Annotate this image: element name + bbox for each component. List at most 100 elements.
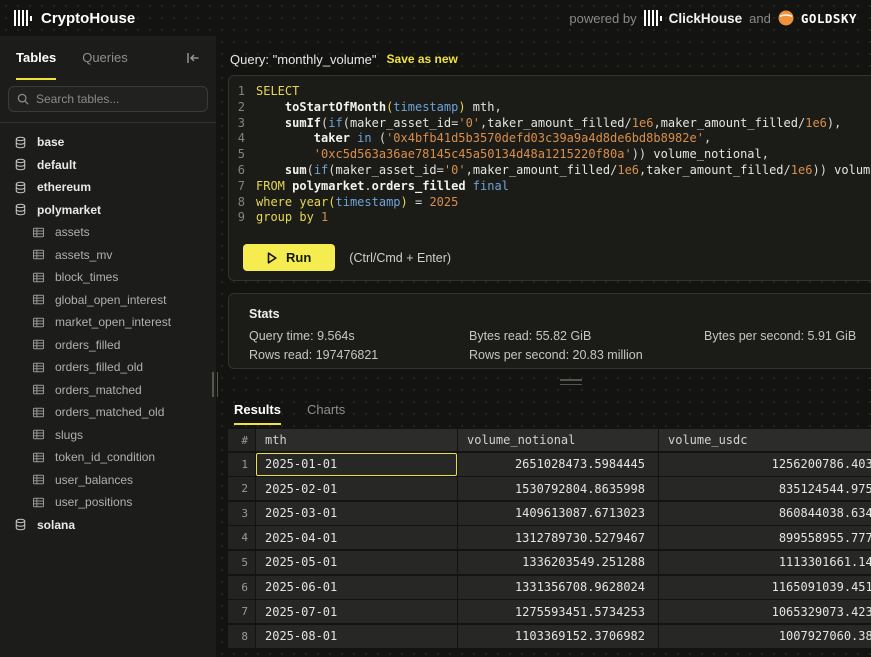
table-cell[interactable]: 2025-04-01 <box>256 526 457 549</box>
stat-item: Rows read: 197476821 <box>249 348 469 362</box>
save-as-new-link[interactable]: Save as new <box>387 52 458 66</box>
sidebar-item-market_open_interest[interactable]: market_open_interest <box>0 311 216 334</box>
column-header-volume-usdc[interactable]: volume_usdc <box>659 429 871 451</box>
table-cell[interactable]: 2025-01-01 <box>256 453 457 476</box>
column-header-mth[interactable]: mth <box>256 429 457 451</box>
query-header: Query: "monthly_volume" Save as new <box>228 48 871 70</box>
table-icon <box>32 271 45 284</box>
tab-results[interactable]: Results <box>234 395 281 425</box>
results-table-body: 12025-01-012651028473.59844451256200786.… <box>228 453 871 648</box>
code-line-3[interactable]: 3 sumIf(if(maker_asset_id='0',taker_amou… <box>229 116 871 132</box>
brand[interactable]: CryptoHouse <box>14 10 135 27</box>
database-icon <box>14 136 27 149</box>
sidebar-item-assets[interactable]: assets <box>0 221 216 244</box>
table-icon <box>32 406 45 419</box>
sidebar-item-orders_matched_old[interactable]: orders_matched_old <box>0 401 216 424</box>
table-cell[interactable]: 1530792804.8635998 <box>458 477 658 500</box>
collapse-sidebar-icon[interactable] <box>186 52 200 64</box>
sidebar-item-default[interactable]: default <box>0 154 216 177</box>
search-tables-input[interactable] <box>36 92 199 106</box>
table-cell[interactable]: 2025-06-01 <box>256 576 457 599</box>
table-cell[interactable]: 2025-08-01 <box>256 625 457 648</box>
line-number: 8 <box>229 195 255 211</box>
table-cell[interactable]: 1165091039.4515023 <box>659 576 871 599</box>
tab-tables[interactable]: Tables <box>16 36 56 80</box>
goldsky-wordmark: GOLDSKY <box>801 11 857 26</box>
line-number: 1 <box>229 84 255 100</box>
sidebar-item-ethereum[interactable]: ethereum <box>0 176 216 199</box>
sidebar-item-base[interactable]: base <box>0 131 216 154</box>
sidebar-item-user_positions[interactable]: user_positions <box>0 491 216 514</box>
sidebar-item-slugs[interactable]: slugs <box>0 424 216 447</box>
sidebar-item-block_times[interactable]: block_times <box>0 266 216 289</box>
database-icon <box>14 203 27 216</box>
tree-item-label: market_open_interest <box>55 315 171 329</box>
sidebar-item-orders_filled_old[interactable]: orders_filled_old <box>0 356 216 379</box>
table-cell[interactable]: 1007927060.389528 <box>659 625 871 648</box>
sql-editor[interactable]: 1SELECT2 toStartOfMonth(timestamp) mth,3… <box>228 75 871 281</box>
sidebar-tree: basedefaultethereumpolymarket assets asset… <box>0 129 216 536</box>
sidebar-item-global_open_interest[interactable]: global_open_interest <box>0 289 216 312</box>
table-cell[interactable]: 1103369152.3706982 <box>458 625 658 648</box>
code-line-8[interactable]: 8where year(timestamp) = 2025 <box>229 195 871 211</box>
sql-code: 1SELECT2 toStartOfMonth(timestamp) mth,3… <box>229 84 871 226</box>
line-number: 3 <box>229 116 255 132</box>
code-line-7[interactable]: 7FROM polymarket.orders_filled final <box>229 179 871 195</box>
table-cell[interactable]: 1409613087.6713023 <box>458 502 658 525</box>
table-cell[interactable]: 2025-07-01 <box>256 600 457 623</box>
tree-item-label: block_times <box>55 270 118 284</box>
sidebar-item-token_id_condition[interactable]: token_id_condition <box>0 446 216 469</box>
code-line-2[interactable]: 2 toStartOfMonth(timestamp) mth, <box>229 100 871 116</box>
tab-queries[interactable]: Queries <box>82 36 128 80</box>
table-cell[interactable]: 1065329073.4231092 <box>659 600 871 623</box>
sidebar-item-orders_filled[interactable]: orders_filled <box>0 334 216 357</box>
table-cell[interactable]: 1336203549.251288 <box>458 551 658 574</box>
code-line-9[interactable]: 9group by 1 <box>229 210 871 226</box>
row-number: 8 <box>228 625 255 648</box>
row-number: 3 <box>228 502 255 525</box>
sidebar-item-polymarket[interactable]: polymarket <box>0 199 216 222</box>
table-cell[interactable]: 2025-05-01 <box>256 551 457 574</box>
table-icon <box>32 361 45 374</box>
table-cell[interactable]: 1275593451.5734253 <box>458 600 658 623</box>
code-line-5[interactable]: 5 '0xc5d563a36ae78145c45a50134d48a121522… <box>229 147 871 163</box>
tree-item-label: user_positions <box>55 495 132 509</box>
stat-item: Bytes per second: 5.91 GiB <box>704 329 871 343</box>
column-header-volume-notional[interactable]: volume_notional <box>458 429 658 451</box>
code-line-4[interactable]: 4 taker in ('0x4bfb41d5b3570defd03c39a9a… <box>229 131 871 147</box>
vertical-resize-handle[interactable] <box>212 372 218 397</box>
database-icon <box>14 158 27 171</box>
cryptohouse-logo-icon <box>14 10 32 26</box>
tree-item-label: token_id_condition <box>55 450 155 464</box>
row-number: 2 <box>228 477 255 500</box>
column-header-index[interactable]: # <box>228 429 255 451</box>
table-row: 82025-08-011103369152.37069821007927060.… <box>228 625 871 648</box>
table-cell[interactable]: 2025-03-01 <box>256 502 457 525</box>
sidebar-item-assets_mv[interactable]: assets_mv <box>0 244 216 267</box>
and-label: and <box>749 11 771 26</box>
line-number: 4 <box>229 131 255 147</box>
row-number: 1 <box>228 453 255 476</box>
clickhouse-wordmark: ClickHouse <box>669 11 743 26</box>
table-cell[interactable]: 2651028473.5984445 <box>458 453 658 476</box>
table-cell[interactable]: 1312789730.5279467 <box>458 526 658 549</box>
table-cell[interactable]: 1256200786.4035115 <box>659 453 871 476</box>
table-icon <box>32 428 45 441</box>
tree-item-label: assets <box>55 225 90 239</box>
table-cell[interactable]: 1331356708.9628024 <box>458 576 658 599</box>
table-cell[interactable]: 835124544.9752284 <box>659 477 871 500</box>
code-line-1[interactable]: 1SELECT <box>229 84 871 100</box>
tab-charts[interactable]: Charts <box>307 395 345 425</box>
search-tables-box[interactable] <box>8 86 208 112</box>
horizontal-resize-handle[interactable] <box>228 369 871 395</box>
table-cell[interactable]: 860844038.6349425 <box>659 502 871 525</box>
sidebar-item-orders_matched[interactable]: orders_matched <box>0 379 216 402</box>
table-cell[interactable]: 2025-02-01 <box>256 477 457 500</box>
table-cell[interactable]: 899558955.7779217 <box>659 526 871 549</box>
sidebar-item-user_balances[interactable]: user_balances <box>0 469 216 492</box>
table-cell[interactable]: 1113301661.142527 <box>659 551 871 574</box>
tree-item-label: global_open_interest <box>55 293 166 307</box>
run-button[interactable]: Run <box>243 244 335 271</box>
code-line-6[interactable]: 6 sum(if(maker_asset_id='0',maker_amount… <box>229 163 871 179</box>
sidebar-item-solana[interactable]: solana <box>0 514 216 537</box>
